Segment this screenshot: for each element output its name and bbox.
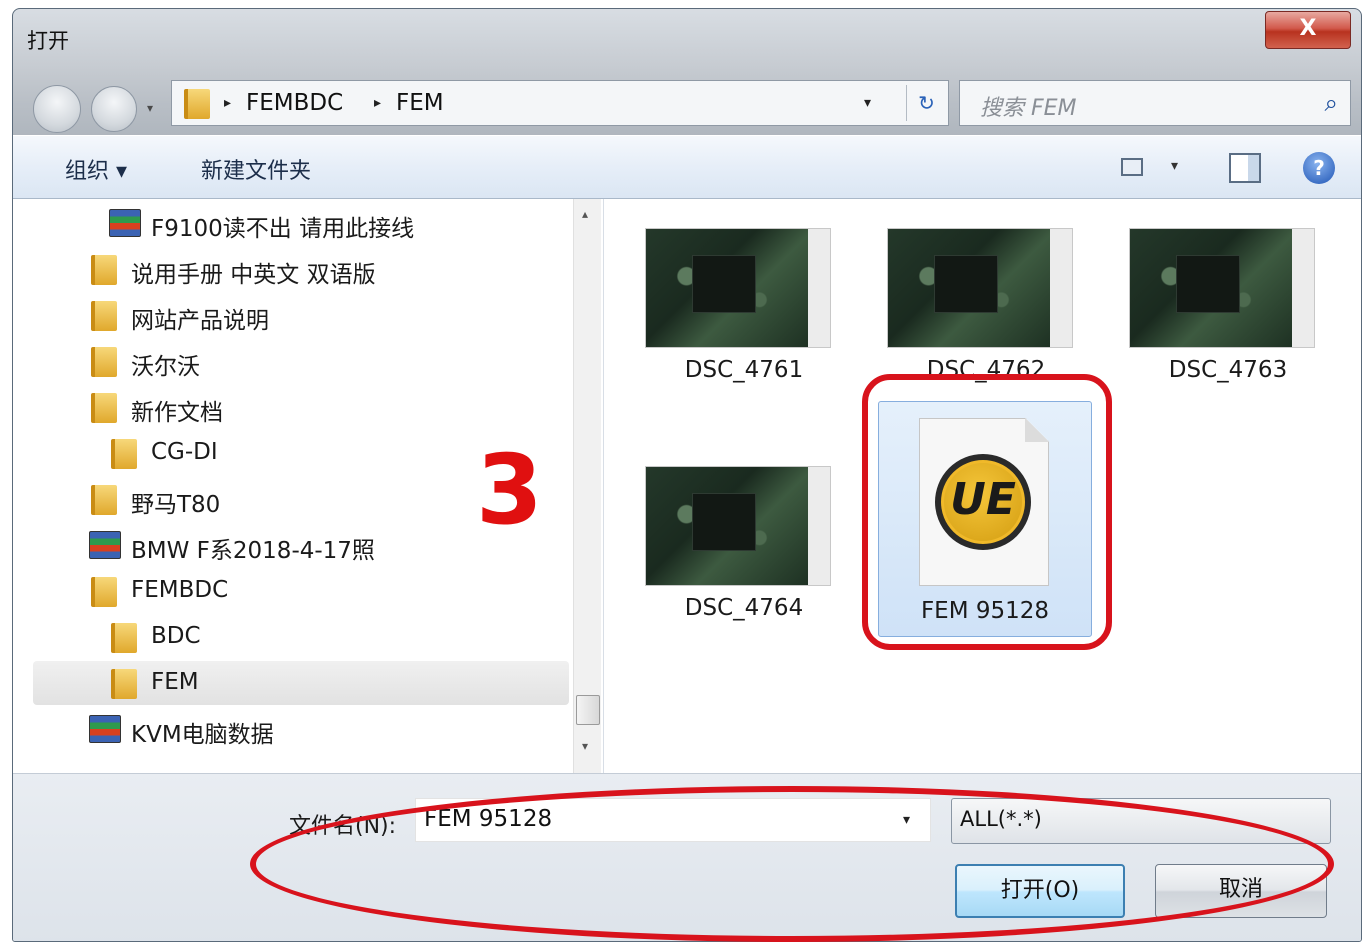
- tree-item-label: KVM电脑数据: [131, 722, 274, 748]
- file-item[interactable]: DSC_4763: [1098, 199, 1322, 449]
- scroll-down-arrow-icon[interactable]: ▾: [582, 739, 588, 753]
- address-dropdown[interactable]: ▾: [864, 95, 871, 111]
- file-item-selected[interactable]: UE FEM 95128: [878, 401, 1092, 637]
- tree-item[interactable]: 新作文档: [73, 385, 603, 429]
- file-name: DSC_4763: [1168, 357, 1288, 383]
- navigation-bar: ▾ ▸ FEMBDC ▸ FEM ▾ ↻ 搜索 FEM ⌕: [13, 71, 1361, 133]
- folder-icon: [91, 301, 117, 331]
- tree-item-selected[interactable]: FEM: [33, 661, 569, 705]
- tree-item-label: FEM: [151, 669, 199, 695]
- back-button[interactable]: [33, 85, 81, 133]
- change-view-icon[interactable]: [1121, 158, 1143, 176]
- tree-item-label: FEMBDC: [131, 577, 229, 603]
- folder-icon: [184, 89, 210, 119]
- tree-item-label: 野马T80: [131, 492, 221, 518]
- thumbnail-chip: [1176, 255, 1240, 313]
- breadcrumb-fembdc[interactable]: FEMBDC: [246, 90, 343, 116]
- command-toolbar: 组织 ▾ 新建文件夹 ▾ ?: [13, 135, 1361, 199]
- scroll-up-arrow-icon[interactable]: ▴: [582, 207, 588, 221]
- image-thumbnail: [646, 229, 830, 347]
- file-name: FEM 95128: [920, 598, 1050, 624]
- dialog-footer: 文件名(N): FEM 95128 ▾ ALL(*.*) 打开(O) 取消: [13, 773, 1361, 941]
- folder-icon: [91, 255, 117, 285]
- file-item[interactable]: DSC_4761: [614, 199, 838, 449]
- tree-item[interactable]: F9100读不出 请用此接线: [73, 201, 603, 245]
- tree-item[interactable]: KVM电脑数据: [73, 707, 603, 751]
- open-button[interactable]: 打开(O): [955, 864, 1125, 918]
- file-item[interactable]: DSC_4764: [614, 437, 838, 687]
- help-icon[interactable]: ?: [1303, 152, 1335, 184]
- search-icon[interactable]: ⌕: [1325, 89, 1338, 117]
- close-button[interactable]: X: [1265, 11, 1351, 49]
- tree-item[interactable]: 说用手册 中英文 双语版: [73, 247, 603, 291]
- image-thumbnail: [888, 229, 1072, 347]
- tree-item-label: BMW F系2018-4-17照: [131, 538, 375, 564]
- image-thumbnail: [646, 467, 830, 585]
- tree-item[interactable]: 沃尔沃: [73, 339, 603, 383]
- ultraedit-logo-icon: UE: [935, 454, 1031, 550]
- recent-locations-dropdown[interactable]: ▾: [147, 101, 153, 115]
- file-type-select[interactable]: ALL(*.*): [951, 798, 1331, 844]
- cancel-button[interactable]: 取消: [1155, 864, 1327, 918]
- tree-item[interactable]: 网站产品说明: [73, 293, 603, 337]
- preview-pane-icon[interactable]: [1229, 153, 1261, 183]
- folder-icon: [91, 347, 117, 377]
- folder-icon: [111, 439, 137, 469]
- file-name: DSC_4761: [684, 357, 804, 383]
- image-thumbnail: [1130, 229, 1314, 347]
- view-options-dropdown[interactable]: ▾: [1171, 158, 1178, 174]
- tree-scrollbar[interactable]: ▴ ▾: [573, 199, 601, 773]
- title-bar: 打开 X: [13, 9, 1361, 71]
- tree-item-label: F9100读不出 请用此接线: [151, 216, 415, 242]
- refresh-icon[interactable]: ↻: [906, 85, 946, 121]
- thumbnail-chip: [934, 255, 998, 313]
- forward-button[interactable]: [91, 86, 137, 132]
- tree-item[interactable]: FEMBDC: [73, 569, 603, 613]
- thumbnail-chip: [692, 493, 756, 551]
- organize-button[interactable]: 组织 ▾: [65, 153, 127, 185]
- search-box[interactable]: 搜索 FEM ⌕: [959, 80, 1351, 126]
- address-bar[interactable]: ▸ FEMBDC ▸ FEM ▾ ↻: [171, 80, 949, 126]
- thumbnail-chip: [692, 255, 756, 313]
- folder-icon: [111, 669, 137, 699]
- filename-dropdown[interactable]: ▾: [903, 812, 910, 828]
- filename-label: 文件名(N):: [289, 814, 397, 839]
- page-fold: [1025, 418, 1049, 442]
- file-name: DSC_4764: [684, 595, 804, 621]
- breadcrumb-separator[interactable]: ▸: [224, 95, 231, 111]
- tree-item-label: BDC: [151, 623, 201, 649]
- search-placeholder: 搜索 FEM: [980, 96, 1077, 121]
- dialog-title: 打开: [27, 29, 69, 53]
- tree-item-label: 说用手册 中英文 双语版: [131, 262, 376, 288]
- new-folder-button[interactable]: 新建文件夹: [201, 153, 311, 185]
- open-file-dialog: 打开 X ▾ ▸ FEMBDC ▸ FEM ▾ ↻ 搜索 FEM ⌕ 组织 ▾ …: [12, 8, 1362, 942]
- breadcrumb-separator[interactable]: ▸: [374, 95, 381, 111]
- archive-icon: [89, 531, 121, 559]
- folder-icon: [91, 393, 117, 423]
- folder-icon: [91, 485, 117, 515]
- folder-icon: [91, 577, 117, 607]
- tree-item-label: 沃尔沃: [131, 354, 200, 380]
- tree-item-label: 网站产品说明: [131, 308, 269, 334]
- breadcrumb-fem[interactable]: FEM: [396, 90, 444, 116]
- tree-item-label: 新作文档: [131, 400, 223, 426]
- archive-icon: [89, 715, 121, 743]
- file-name: DSC_4762: [926, 357, 1046, 383]
- tree-item-label: CG-DI: [151, 439, 218, 465]
- archive-icon: [109, 209, 141, 237]
- folder-icon: [111, 623, 137, 653]
- scroll-thumb[interactable]: [576, 695, 600, 725]
- tree-item[interactable]: BDC: [93, 615, 603, 659]
- step-number: 3: [476, 434, 543, 546]
- file-list: DSC_4761 DSC_4762 DSC_4763 DSC_4764 UE F…: [603, 199, 1361, 773]
- filename-input[interactable]: FEM 95128: [415, 798, 931, 842]
